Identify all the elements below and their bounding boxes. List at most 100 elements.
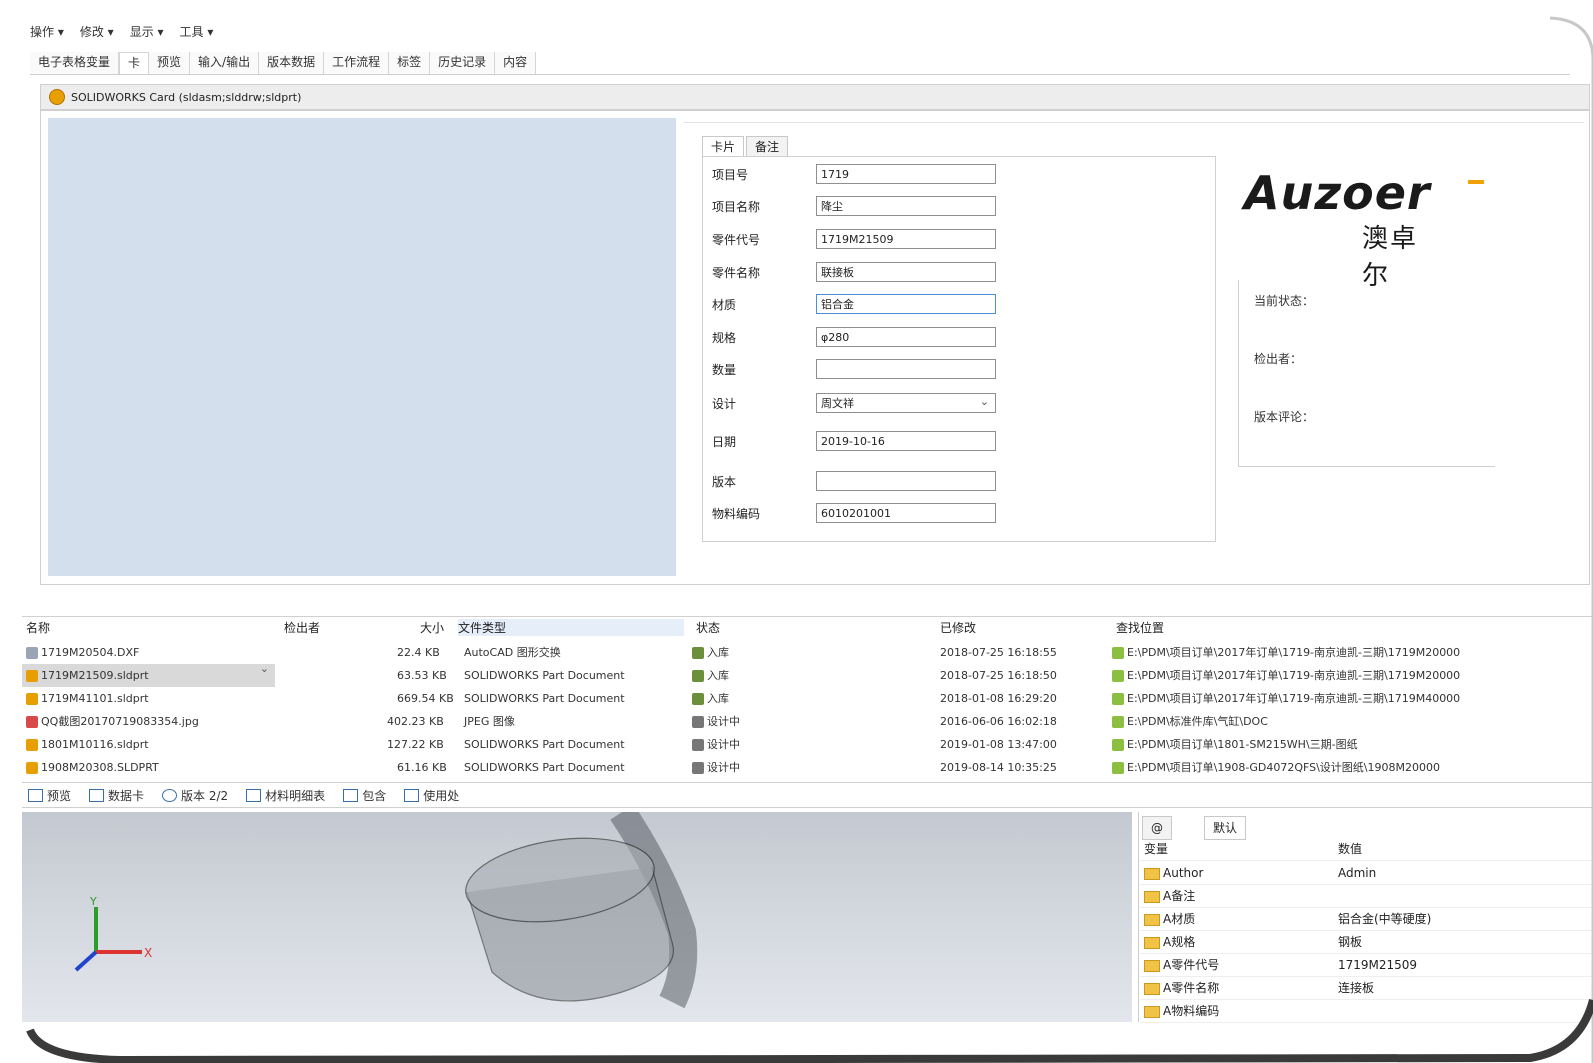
logo-text-en: Auzoer xyxy=(1244,166,1431,220)
col-file-type[interactable]: 文件类型 xyxy=(458,619,684,636)
field-project-number: 项目号 1719 xyxy=(712,163,996,185)
field-label: 项目名称 xyxy=(712,199,761,214)
menu-tools[interactable]: 工具 ▾ xyxy=(180,23,214,40)
file-size: 61.16 KB xyxy=(397,761,447,774)
project-name-input[interactable]: 降尘 xyxy=(816,196,996,216)
prop-tab-default[interactable]: 默认 xyxy=(1204,816,1247,840)
col-size[interactable]: 大小 xyxy=(420,619,444,636)
menu-edit[interactable]: 修改 ▾ xyxy=(80,23,114,40)
prop-row[interactable]: A物料编码 xyxy=(1140,1000,1593,1023)
tab-contents[interactable]: 内容 xyxy=(495,52,537,74)
tab-preview-bottom[interactable]: 预览 xyxy=(28,787,71,804)
prop-row[interactable]: A零件代号 1719M21509 xyxy=(1140,954,1593,977)
file-state: 入库 xyxy=(707,669,729,682)
col-found-in[interactable]: 查找位置 xyxy=(1116,619,1164,636)
file-state: 入库 xyxy=(707,692,729,705)
field-part-name: 零件名称 联接板 xyxy=(712,261,996,283)
part-file-icon xyxy=(26,762,38,774)
field-spec: 规格 φ280 xyxy=(712,326,996,348)
table-row[interactable]: 1801M10116.sldprt 127.22 KB SOLIDWORKS P… xyxy=(22,733,1593,756)
table-row[interactable]: 1719M20504.DXF 22.4 KB AutoCAD 图形交换 入库 2… xyxy=(22,641,1593,664)
folder-state-icon xyxy=(1112,762,1124,774)
folder-state-icon xyxy=(1112,670,1124,682)
part-name-input[interactable]: 联接板 xyxy=(816,262,996,282)
tab-version-data[interactable]: 版本数据 xyxy=(259,52,325,74)
material-input[interactable]: 铝合金 xyxy=(816,294,996,314)
field-label: 零件代号 xyxy=(712,232,761,247)
file-state: 入库 xyxy=(707,646,729,659)
file-state: 设计中 xyxy=(707,715,740,728)
field-date: 日期 2019-10-16 xyxy=(712,430,996,452)
field-label: 数量 xyxy=(712,362,737,377)
menu-operations[interactable]: 操作 ▾ xyxy=(30,23,64,40)
date-input[interactable]: 2019-10-16 xyxy=(816,431,996,451)
file-state: 设计中 xyxy=(707,738,740,751)
prop-row[interactable]: A备注 xyxy=(1140,885,1593,908)
part-code-input[interactable]: 1719M21509 xyxy=(816,229,996,249)
folder-state-icon xyxy=(1112,716,1124,728)
prop-row[interactable]: A规格 钢板 xyxy=(1140,931,1593,954)
form-tab-notes[interactable]: 备注 xyxy=(746,136,789,157)
prop-name: A零件名称 xyxy=(1163,981,1220,995)
file-type: SOLIDWORKS Part Document xyxy=(464,669,625,682)
bom-icon xyxy=(246,788,262,802)
tab-where-used[interactable]: 使用处 xyxy=(404,787,459,804)
file-modified: 2019-08-14 10:35:25 xyxy=(940,761,1057,774)
form-tab-card[interactable]: 卡片 xyxy=(702,136,745,157)
file-modified: 2016-06-06 16:02:18 xyxy=(940,715,1057,728)
field-label: 材质 xyxy=(712,297,737,312)
material-code-input[interactable]: 6010201001 xyxy=(816,503,996,523)
file-size: 127.22 KB xyxy=(387,738,444,751)
prop-tab-at[interactable]: @ xyxy=(1142,816,1172,840)
property-icon xyxy=(1144,936,1160,949)
tab-label: 使用处 xyxy=(423,788,460,803)
project-number-input[interactable]: 1719 xyxy=(816,164,996,184)
contains-icon xyxy=(343,788,359,802)
table-row[interactable]: 1719M41101.sldprt 669.54 KB SOLIDWORKS P… xyxy=(22,687,1593,710)
table-row[interactable]: 1719M21509.sldprt 63.53 KB SOLIDWORKS Pa… xyxy=(22,664,1593,687)
col-checked-out-by[interactable]: 检出者 xyxy=(284,619,320,636)
prop-row[interactable]: A材质 铝合金(中等硬度) xyxy=(1140,908,1593,931)
tab-io[interactable]: 输入/输出 xyxy=(190,52,260,74)
field-quantity: 数量 xyxy=(712,358,996,380)
tab-preview[interactable]: 预览 xyxy=(149,52,191,74)
version-input[interactable] xyxy=(816,471,996,491)
table-row[interactable]: 1908M20308.SLDPRT 61.16 KB SOLIDWORKS Pa… xyxy=(22,756,1593,779)
prop-name: A零件代号 xyxy=(1163,958,1220,972)
card-left-panel xyxy=(48,118,676,576)
prop-row[interactable]: A零件名称 连接板 xyxy=(1140,977,1593,1000)
property-icon xyxy=(1144,1005,1160,1018)
tab-contains[interactable]: 包含 xyxy=(343,787,386,804)
file-name: 1719M21509.sldprt xyxy=(41,669,149,682)
tab-labels[interactable]: 标签 xyxy=(389,52,431,74)
table-row[interactable]: QQ截图20170719083354.jpg 402.23 KB JPEG 图像… xyxy=(22,710,1593,733)
tab-spreadsheet[interactable]: 电子表格变量 xyxy=(30,52,120,74)
prop-row[interactable]: Author Admin xyxy=(1140,862,1593,885)
quantity-input[interactable] xyxy=(816,359,996,379)
tab-version[interactable]: 版本 2/2 xyxy=(162,787,228,804)
col-state[interactable]: 状态 xyxy=(696,619,720,636)
prop-header: 变量 数值 xyxy=(1140,838,1593,861)
folder-state-icon xyxy=(1112,739,1124,751)
menu-view[interactable]: 显示 ▾ xyxy=(130,23,164,40)
tab-card[interactable]: 卡 xyxy=(119,52,150,74)
file-size: 63.53 KB xyxy=(397,669,447,682)
tab-bom[interactable]: 材料明细表 xyxy=(246,787,325,804)
file-modified: 2019-01-08 13:47:00 xyxy=(940,738,1057,751)
col-name[interactable]: 名称 xyxy=(26,619,50,636)
model-preview[interactable]: X Y xyxy=(22,812,1132,1022)
company-logo: Auzoer 澳卓尔 xyxy=(1244,166,1484,291)
col-modified[interactable]: 已修改 xyxy=(940,619,976,636)
spec-input[interactable]: φ280 xyxy=(816,327,996,347)
property-icon xyxy=(1144,959,1160,972)
property-icon xyxy=(1144,982,1160,995)
tab-workflow[interactable]: 工作流程 xyxy=(324,52,390,74)
tab-datacard[interactable]: 数据卡 xyxy=(89,787,144,804)
tab-history[interactable]: 历史记录 xyxy=(430,52,496,74)
state-icon xyxy=(692,647,704,659)
designer-select[interactable]: 周文祥 xyxy=(816,392,996,413)
file-name: 1719M20504.DXF xyxy=(41,646,140,659)
property-icon xyxy=(1144,890,1160,903)
tab-label: 材料明细表 xyxy=(265,788,326,803)
tab-label: 包含 xyxy=(362,788,387,803)
